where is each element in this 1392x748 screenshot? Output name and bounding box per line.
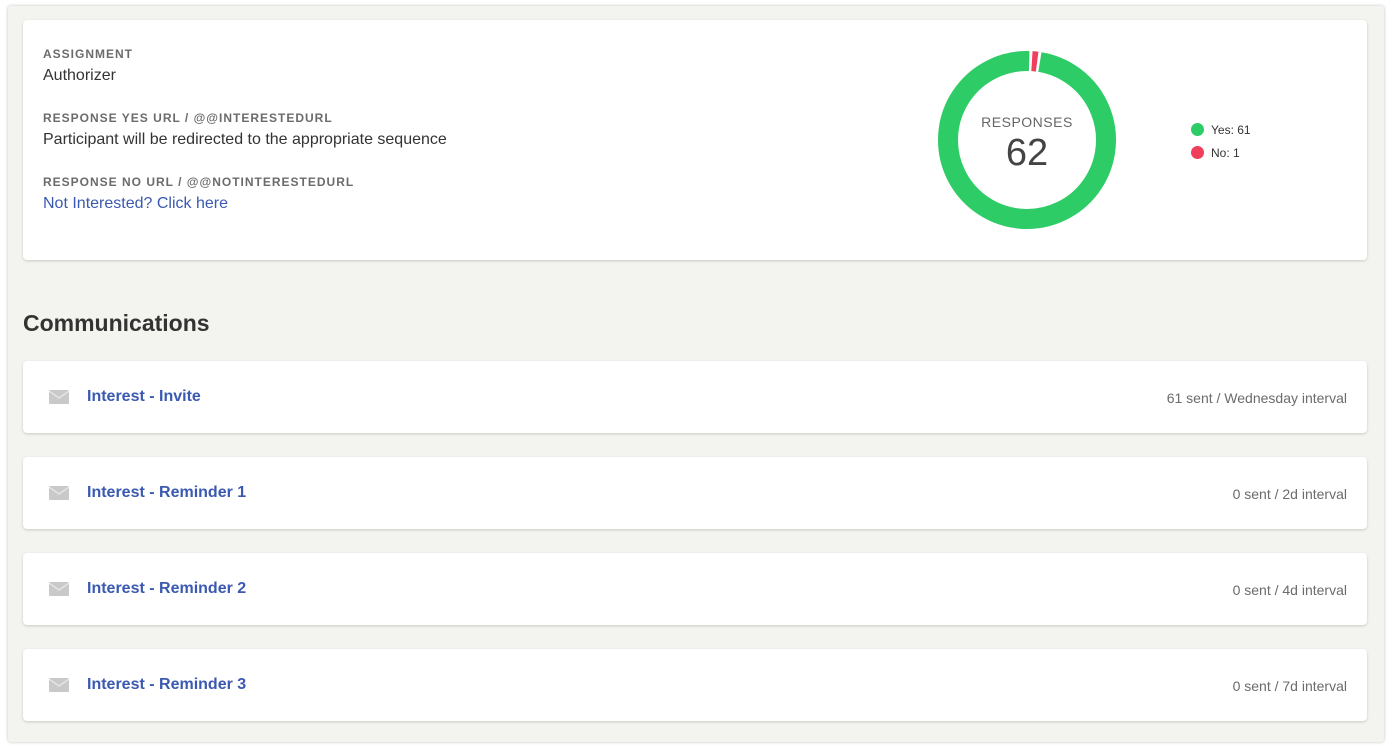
communication-title[interactable]: Interest - Invite [87,388,201,406]
legend-item-no: No: 1 [1191,141,1251,164]
envelope-icon [49,582,69,596]
yes-url-label: RESPONSE YES URL / @@INTERESTEDURL [43,111,333,125]
communication-title[interactable]: Interest - Reminder 2 [87,580,246,598]
communication-item-invite[interactable]: Interest - Invite 61 sent / Wednesday in… [23,361,1367,433]
communication-item-reminder-1[interactable]: Interest - Reminder 1 0 sent / 2d interv… [23,457,1367,529]
communication-meta: 0 sent / 4d interval [1232,582,1347,598]
communication-item-reminder-3[interactable]: Interest - Reminder 3 0 sent / 7d interv… [23,649,1367,721]
donut-total: 62 [1005,132,1049,174]
legend-label-yes: Yes: 61 [1211,122,1251,137]
communication-meta: 0 sent / 7d interval [1232,678,1347,694]
no-url-label: RESPONSE NO URL / @@NOTINTERESTEDURL [43,175,355,189]
communication-title[interactable]: Interest - Reminder 1 [87,484,246,502]
donut-center: RESPONSES 62 [937,50,1117,230]
legend-item-yes: Yes: 61 [1191,118,1251,141]
chart-legend: Yes: 61 No: 1 [1191,118,1251,164]
communication-meta: 0 sent / 2d interval [1232,486,1347,502]
donut-title: RESPONSES [981,114,1073,130]
legend-label-no: No: 1 [1211,145,1240,160]
legend-dot-yes [1191,123,1204,136]
responses-donut-chart: RESPONSES 62 [937,50,1117,230]
communication-item-reminder-2[interactable]: Interest - Reminder 2 0 sent / 4d interv… [23,553,1367,625]
envelope-icon [49,390,69,404]
yes-url-value: Participant will be redirected to the ap… [43,131,447,148]
communication-title[interactable]: Interest - Reminder 3 [87,676,246,694]
assignment-value: Authorizer [43,67,116,84]
assignment-label: ASSIGNMENT [43,47,134,61]
communication-meta: 61 sent / Wednesday interval [1166,390,1347,406]
legend-dot-no [1191,146,1204,159]
no-url-link[interactable]: Not Interested? Click here [43,195,228,213]
envelope-icon [49,678,69,692]
envelope-icon [49,486,69,500]
communications-heading: Communications [23,310,210,336]
summary-card: ASSIGNMENT Authorizer RESPONSE YES URL /… [23,20,1367,260]
